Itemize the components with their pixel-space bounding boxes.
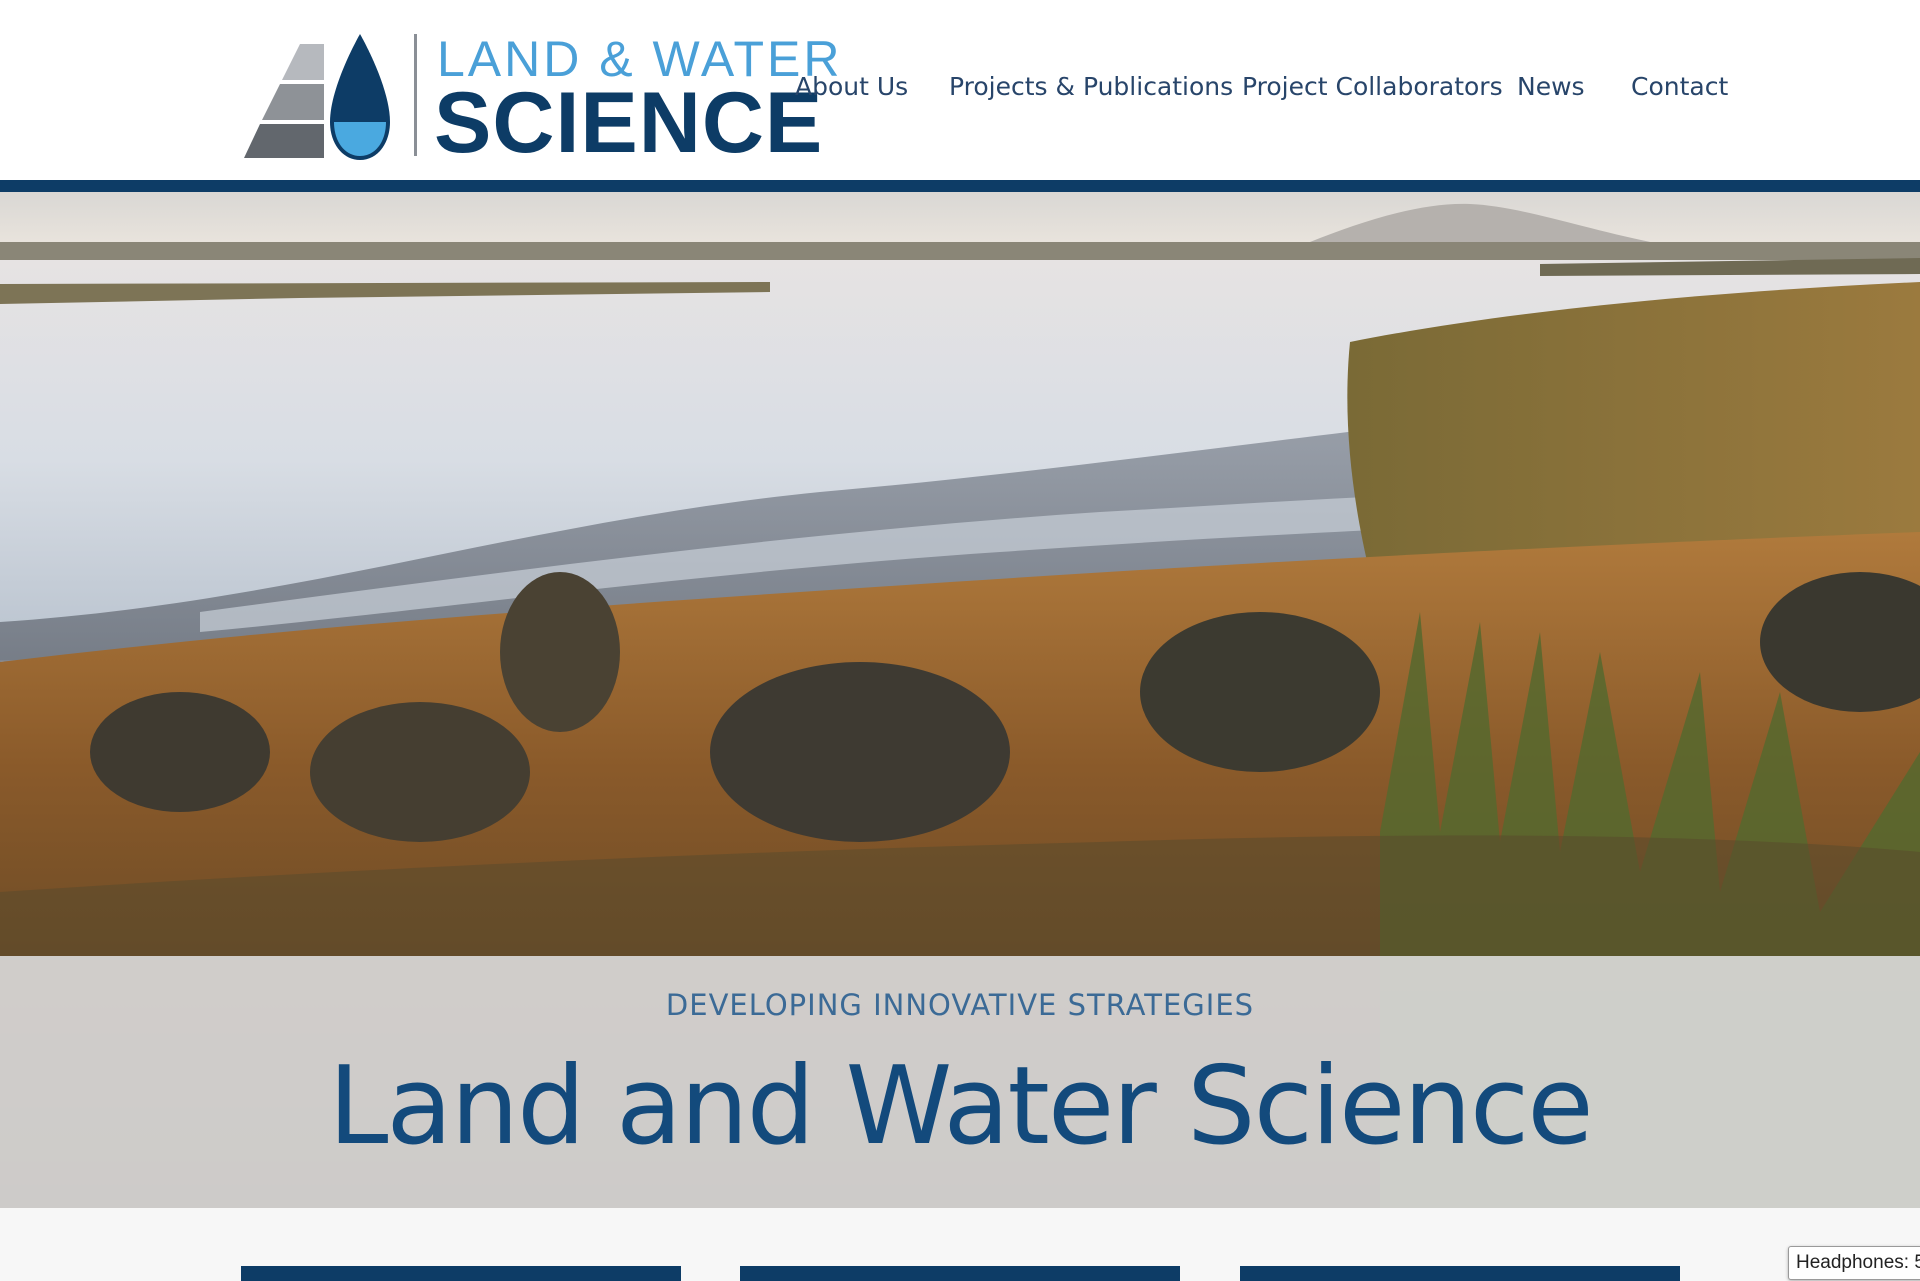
- headphones-tooltip: Headphones: 50: [1788, 1246, 1920, 1280]
- hero-subtitle: DEVELOPING INNOVATIVE STRATEGIES: [665, 988, 1255, 1022]
- hero-title: Land and Water Science: [328, 1044, 1593, 1169]
- feature-card-2[interactable]: [740, 1266, 1180, 1281]
- feature-card-1[interactable]: [241, 1266, 681, 1281]
- nav-contact[interactable]: Contact: [1631, 72, 1728, 101]
- site-header: LAND & WATER SCIENCE About Us Projects &…: [0, 0, 1920, 180]
- content-section: Headphones: 50: [0, 1208, 1920, 1281]
- nav-about-us[interactable]: About Us: [795, 72, 908, 101]
- nav-project-collaborators[interactable]: Project Collaborators: [1242, 72, 1503, 101]
- header-divider: [0, 180, 1920, 192]
- nav-projects-publications[interactable]: Projects & Publications: [949, 72, 1233, 101]
- main-nav: About Us Projects & Publications Project…: [0, 72, 1920, 112]
- hero-section: DEVELOPING INNOVATIVE STRATEGIES Land an…: [0, 192, 1920, 1208]
- nav-news[interactable]: News: [1517, 72, 1585, 101]
- feature-card-3[interactable]: [1240, 1266, 1680, 1281]
